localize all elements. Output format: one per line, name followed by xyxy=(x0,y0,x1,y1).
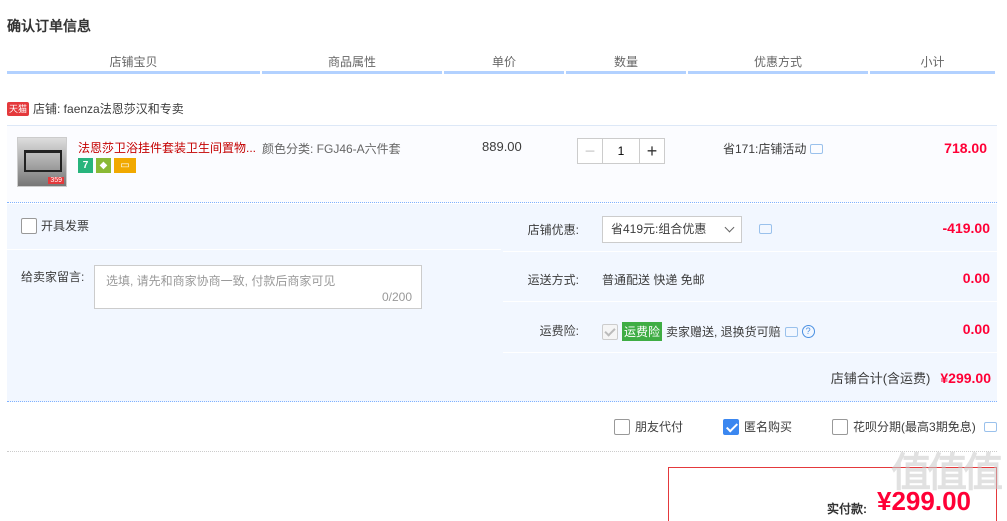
promo-text: 省171:店铺活动 xyxy=(723,142,807,156)
qty-input[interactable] xyxy=(603,138,639,164)
memo-placeholder: 选填, 请先和商家协商一致, 付款后商家可见 xyxy=(106,274,336,288)
help-icon[interactable]: ? xyxy=(801,325,815,338)
shop-name[interactable]: 店铺: faenza法恩莎汉和专卖 xyxy=(33,100,184,117)
watermark-logo: 值值值 xyxy=(891,451,1003,495)
shop-discount-selected: 省419元:组合优惠 xyxy=(611,222,707,236)
insurance-badge: 运费险 xyxy=(622,322,663,341)
insurance-text: 卖家赠送, 退换货可赔 xyxy=(666,325,781,339)
memo-textarea[interactable]: 选填, 请先和商家协商一致, 付款后商家可见 0/200 xyxy=(94,265,422,309)
order-item-row: 359 法恩莎卫浴挂件套装卫生间置物... 7 ◆ ▭ 颜色分类: FGJ46-… xyxy=(7,125,997,203)
invoice-option[interactable]: 开具发票 xyxy=(21,217,89,234)
friend-pay-label: 朋友代付 xyxy=(635,420,684,434)
huabei-label: 花呗分期(最高3期免息) xyxy=(853,420,976,434)
qty-decrease-button[interactable]: − xyxy=(577,138,603,164)
huabei-option[interactable]: 花呗分期(最高3期免息) xyxy=(832,418,976,435)
qty-increase-button[interactable]: + xyxy=(639,138,665,164)
shop-total-label: 店铺合计(含运费) xyxy=(830,371,931,386)
insurance-value: 0.00 xyxy=(962,321,990,337)
col-discount: 优惠方式 xyxy=(688,54,868,74)
tmall-icon: 天猫 xyxy=(7,101,30,116)
shop-row: 天猫 店铺: faenza法恩莎汉和专卖 xyxy=(7,100,184,117)
final-payment-label: 实付款: xyxy=(827,502,867,516)
product-image xyxy=(24,150,62,172)
shop-total-amount: ¥299.00 xyxy=(940,370,991,386)
credit-card-icon[interactable]: ▭ xyxy=(114,158,136,173)
insurance-checkbox xyxy=(602,323,618,340)
item-subtotal: 718.00 xyxy=(944,140,987,156)
chevron-down-icon xyxy=(724,222,735,233)
column-header: 店铺宝贝 商品属性 单价 数量 优惠方式 小计 xyxy=(7,54,997,74)
shipping-row: 运送方式: 普通配送 快递 免邮 0.00 xyxy=(503,254,997,302)
right-options: 店铺优惠: 省419元:组合优惠 -419.00 运送方式: 普通配送 快递 免… xyxy=(503,204,997,353)
guarantee-shield-icon[interactable]: ◆ xyxy=(96,158,111,173)
product-thumbnail[interactable]: 359 xyxy=(17,137,67,187)
anonymous-purchase-option[interactable]: 匿名购买 xyxy=(723,418,792,435)
col-subtotal: 小计 xyxy=(870,54,995,74)
col-unit-price: 单价 xyxy=(444,54,564,74)
service-icons: 7 ◆ ▭ xyxy=(78,158,136,173)
invoice-checkbox[interactable] xyxy=(21,217,37,234)
quantity-stepper: − + xyxy=(577,138,665,164)
page-title: 确认订单信息 xyxy=(7,18,91,34)
anonymous-purchase-checkbox[interactable] xyxy=(723,418,740,435)
invoice-label: 开具发票 xyxy=(41,219,90,233)
insurance-row: 运费险: 运费险 卖家赠送, 退换货可赔 ? 0.00 xyxy=(503,305,997,353)
insurance-info: 运费险 卖家赠送, 退换货可赔 ? xyxy=(602,322,815,341)
seven-day-return-icon[interactable]: 7 xyxy=(78,158,93,173)
shipping-method: 普通配送 快递 免邮 xyxy=(602,273,705,287)
chat-icon[interactable] xyxy=(810,143,824,154)
anonymous-purchase-label: 匿名购买 xyxy=(744,420,793,434)
divider xyxy=(7,451,997,452)
friend-pay-checkbox[interactable] xyxy=(614,418,630,435)
memo-label: 给卖家留言: xyxy=(21,270,85,284)
payment-options: 朋友代付 匿名购买 花呗分期(最高3期免息) xyxy=(614,418,976,435)
col-shop-item: 店铺宝贝 xyxy=(7,54,260,74)
friend-pay-option[interactable]: 朋友代付 xyxy=(614,418,683,435)
shop-total: 店铺合计(含运费) ¥299.00 xyxy=(831,368,991,387)
product-attribute: 颜色分类: FGJ46-A六件套 xyxy=(262,142,401,156)
col-attributes: 商品属性 xyxy=(262,54,442,74)
huabei-checkbox[interactable] xyxy=(832,418,849,435)
chat-icon[interactable] xyxy=(984,422,997,432)
col-quantity: 数量 xyxy=(566,54,686,74)
shop-discount-value: -419.00 xyxy=(942,220,990,236)
memo-char-count: 0/200 xyxy=(381,290,412,304)
chat-icon[interactable] xyxy=(759,224,772,234)
insurance-label: 运费险: xyxy=(539,324,579,338)
thumb-price-tag: 359 xyxy=(48,177,64,184)
shop-discount-row: 店铺优惠: 省419元:组合优惠 -419.00 xyxy=(503,204,997,252)
chat-icon[interactable] xyxy=(784,326,798,337)
shop-discount-label: 店铺优惠: xyxy=(527,223,579,237)
product-title-link[interactable]: 法恩莎卫浴挂件套装卫生间置物... xyxy=(78,139,258,156)
item-promo: 省171:店铺活动 xyxy=(723,140,824,157)
shipping-label: 运送方式: xyxy=(527,273,579,287)
divider xyxy=(7,249,501,250)
shop-discount-select[interactable]: 省419元:组合优惠 xyxy=(602,216,742,243)
left-options: 开具发票 给卖家留言: 选填, 请先和商家协商一致, 付款后商家可见 0/200 xyxy=(7,204,501,350)
order-options-panel: 开具发票 给卖家留言: 选填, 请先和商家协商一致, 付款后商家可见 0/200… xyxy=(7,204,997,402)
shipping-value: 0.00 xyxy=(962,270,990,286)
unit-price: 889.00 xyxy=(482,139,522,154)
